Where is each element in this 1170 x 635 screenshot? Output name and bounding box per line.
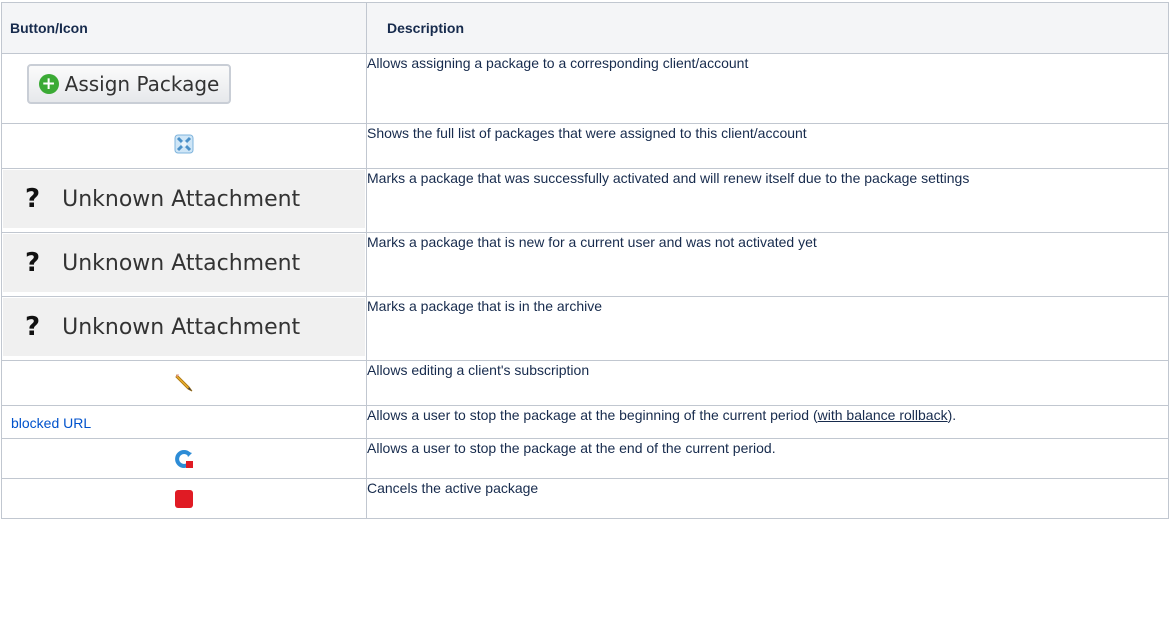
table-row: Shows the full list of packages that wer… [1,123,1169,169]
question-mark-icon: ? [25,248,41,278]
description-cell: Allows editing a client's subscription [366,360,1169,406]
description-cell: Marks a package that was successfully ac… [366,168,1169,233]
plus-icon: + [38,74,59,94]
description-cell: Allows a user to stop the package at the… [366,405,1169,439]
description-cell: Marks a package that is in the archive [366,296,1169,361]
description-cell: Allows assigning a package to a correspo… [366,53,1169,124]
balance-rollback-link[interactable]: with balance rollback [818,407,948,423]
stop-at-end-icon[interactable] [174,449,194,472]
unknown-attachment: ? Unknown Attachment [3,234,365,292]
pencil-icon[interactable] [173,371,195,396]
icon-cell: ? Unknown Attachment [1,168,367,233]
table-header-row: Button/Icon Description [1,2,1169,54]
icon-cell: blocked URL [1,405,367,439]
icon-cell [1,123,367,169]
description-cell: Allows a user to stop the package at the… [366,438,1169,479]
question-mark-icon: ? [25,184,41,214]
description-text: Allows a user to stop the package at the… [367,407,818,423]
description-text-end: ). [947,407,957,423]
unknown-attachment: ? Unknown Attachment [3,298,365,356]
reference-table: Button/Icon Description + Assign Package… [1,2,1169,519]
header-button-icon: Button/Icon [1,2,367,54]
unknown-attachment: ? Unknown Attachment [3,170,365,228]
stop-icon[interactable] [174,489,194,512]
unknown-attachment-label: Unknown Attachment [62,250,301,276]
unknown-attachment-label: Unknown Attachment [62,314,301,340]
package-list-icon[interactable] [174,134,194,157]
unknown-attachment-label: Unknown Attachment [62,186,301,212]
table-row: Allows a user to stop the package at the… [1,438,1169,479]
table-row: Cancels the active package [1,478,1169,519]
table-row: + Assign Package Allows assigning a pack… [1,53,1169,124]
table-row: blocked URL Allows a user to stop the pa… [1,405,1169,439]
icon-cell [1,360,367,406]
table-row: ? Unknown Attachment Marks a package tha… [1,296,1169,361]
icon-cell: + Assign Package [1,53,367,124]
question-mark-icon: ? [25,312,41,342]
blocked-url-link[interactable]: blocked URL [2,406,366,431]
header-description: Description [366,2,1169,54]
table-row: ? Unknown Attachment Marks a package tha… [1,232,1169,297]
table-row: ? Unknown Attachment Marks a package tha… [1,168,1169,233]
description-cell: Marks a package that is new for a curren… [366,232,1169,297]
assign-package-button[interactable]: + Assign Package [26,64,232,104]
icon-cell: ? Unknown Attachment [1,232,367,297]
assign-package-label: Assign Package [64,72,220,96]
icon-cell: ? Unknown Attachment [1,296,367,361]
icon-cell [1,438,367,479]
description-cell: Shows the full list of packages that wer… [366,123,1169,169]
icon-cell [1,478,367,519]
description-cell: Cancels the active package [366,478,1169,519]
table-row: Allows editing a client's subscription [1,360,1169,406]
